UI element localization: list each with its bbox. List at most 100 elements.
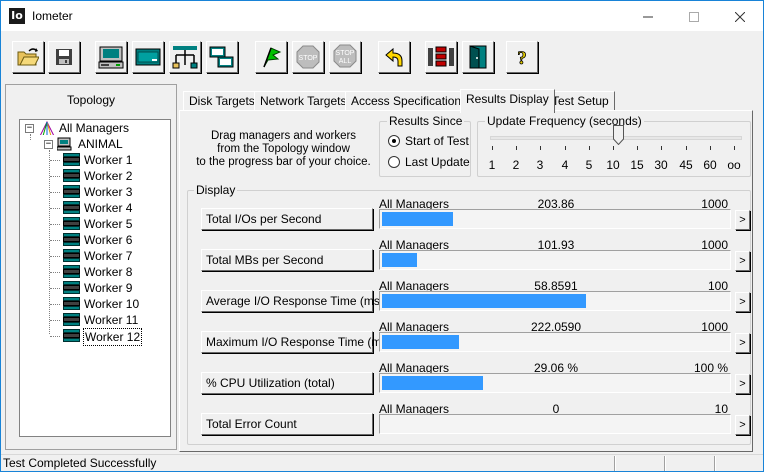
tree-label-worker: Worker 1	[84, 153, 133, 167]
duplicate-worker-button[interactable]	[206, 41, 238, 73]
tree-item-worker[interactable]: Worker 3	[63, 184, 133, 200]
slider-tick-label: 5	[585, 158, 593, 172]
tree-item-worker[interactable]: Worker 7	[63, 248, 133, 264]
tree-item-worker[interactable]: Worker 11	[63, 312, 139, 328]
instruction-line: Drag managers and workers	[210, 130, 357, 142]
start-disk-worker-button[interactable]	[95, 41, 127, 73]
tree-item-manager[interactable]: ANIMAL	[57, 136, 124, 152]
radio-start-of-test-label: Start of Test	[405, 134, 469, 148]
svg-text:STOP: STOP	[299, 55, 318, 62]
tree-label-worker: Worker 4	[84, 201, 133, 215]
result-range-button[interactable]: >	[735, 415, 750, 435]
stop-all-button[interactable]: STOP ALL	[329, 41, 361, 73]
slider-tick-label: 10	[606, 158, 620, 172]
tree-label-worker: Worker 2	[84, 169, 133, 183]
worker-disk-icon	[63, 313, 80, 326]
tab-test-setup[interactable]: Test Setup	[546, 91, 615, 111]
metric-select-button[interactable]: Maximum I/O Response Time (ms)	[201, 331, 391, 353]
tree-item-worker[interactable]: Worker 9	[63, 280, 133, 296]
worker-array-icon	[428, 46, 454, 67]
tree-item-worker[interactable]: Worker 12	[63, 328, 143, 346]
iometer-window: Io Iometer STOP STOP ALL ? Topology − Al…	[0, 0, 764, 472]
tree-item-worker[interactable]: Worker 6	[63, 232, 133, 248]
metric-select-button[interactable]: Total MBs per Second	[201, 249, 373, 271]
radio-last-update-dot[interactable]	[388, 156, 400, 168]
exit-door-icon	[469, 45, 487, 69]
start-tests-button[interactable]	[255, 41, 287, 73]
about-button[interactable]: ?	[506, 41, 538, 73]
open-folder-icon	[17, 48, 39, 66]
status-separator	[714, 456, 715, 471]
tab-access-specifications[interactable]: Access Specifications	[345, 91, 474, 111]
result-range-button[interactable]: >	[735, 333, 750, 353]
tree-label-worker: Worker 9	[84, 281, 133, 295]
topology-tree[interactable]: − All Managers − ANIMAL Worker 1 Worker …	[19, 119, 171, 437]
tree-item-all-managers[interactable]: All Managers	[38, 120, 130, 136]
update-frequency-slider-thumb[interactable]	[613, 125, 624, 145]
result-range-button[interactable]: >	[735, 374, 750, 394]
tab-results-display[interactable]: Results Display	[460, 89, 555, 113]
display-label: Display	[194, 183, 238, 197]
exit-door-button[interactable]	[462, 41, 494, 73]
slider-tick	[686, 146, 687, 150]
result-range-button[interactable]: >	[735, 251, 750, 271]
metric-select-button[interactable]: Total Error Count	[201, 413, 373, 435]
exit-iometer-button[interactable]	[425, 41, 457, 73]
slider-tick	[492, 146, 493, 150]
tree-label-worker: Worker 11	[84, 313, 139, 327]
result-progress-bar[interactable]	[379, 373, 731, 393]
result-progress-bar[interactable]	[379, 250, 731, 270]
reset-workers-button[interactable]	[378, 41, 410, 73]
tree-item-worker[interactable]: Worker 2	[63, 168, 133, 184]
metric-select-button[interactable]: % CPU Utilization (total)	[201, 372, 373, 394]
worker-disk-icon	[63, 281, 80, 294]
result-progress-bar[interactable]	[379, 291, 731, 311]
slider-tick	[540, 146, 541, 150]
stop-test-button[interactable]: STOP	[292, 41, 324, 73]
result-range-button[interactable]: >	[735, 292, 750, 312]
disk-worker-icon	[98, 46, 124, 69]
drag-instructions: Drag managers and workers from the Topol…	[196, 130, 371, 169]
slider-tick-label: 30	[654, 158, 668, 172]
minimize-button[interactable]	[625, 1, 671, 31]
result-range-button[interactable]: >	[735, 210, 750, 230]
svg-text:ALL: ALL	[339, 58, 352, 65]
slider-tick	[565, 146, 566, 150]
tree-label-worker: Worker 12	[83, 328, 143, 346]
expand-all-managers-icon[interactable]: −	[25, 124, 34, 133]
title-bar[interactable]: Io Iometer	[1, 1, 763, 31]
all-managers-icon	[39, 121, 55, 135]
close-button[interactable]	[717, 1, 763, 31]
radio-start-of-test-dot[interactable]	[388, 135, 400, 147]
tree-item-worker[interactable]: Worker 10	[63, 296, 140, 312]
expand-manager-icon[interactable]: −	[44, 140, 53, 149]
maximize-button[interactable]	[671, 1, 717, 31]
slider-tick-label: 60	[703, 158, 717, 172]
network-manager-icon	[172, 46, 198, 69]
worker-disk-icon	[63, 201, 80, 214]
iometer-app-icon[interactable]: Io	[9, 8, 25, 24]
tree-label-manager: ANIMAL	[78, 137, 123, 151]
slider-tick	[637, 146, 638, 150]
open-config-button[interactable]	[12, 41, 44, 73]
tree-item-worker[interactable]: Worker 4	[63, 200, 133, 216]
svg-text:?: ?	[517, 48, 527, 68]
worker-disk-icon	[63, 169, 80, 182]
new-manager-button[interactable]	[169, 41, 201, 73]
result-progress-bar[interactable]	[379, 414, 731, 434]
metric-select-button[interactable]: Total I/Os per Second	[201, 208, 373, 230]
tree-item-worker[interactable]: Worker 5	[63, 216, 133, 232]
result-progress-bar[interactable]	[379, 209, 731, 229]
topology-panel: Topology − All Managers − ANIMAL Worker …	[5, 84, 177, 450]
tab-disk-targets[interactable]: Disk Targets	[183, 91, 261, 111]
slider-tick-label: 3	[536, 158, 544, 172]
metric-select-button[interactable]: Average I/O Response Time (ms)	[201, 290, 384, 312]
help-question-icon: ?	[517, 48, 527, 68]
tab-network-targets[interactable]: Network Targets	[254, 91, 353, 111]
tree-item-worker[interactable]: Worker 1	[63, 152, 133, 168]
result-progress-bar[interactable]	[379, 332, 731, 352]
tree-item-worker[interactable]: Worker 8	[63, 264, 133, 280]
save-config-button[interactable]	[48, 41, 80, 73]
start-network-worker-button[interactable]	[132, 41, 164, 73]
close-icon	[734, 11, 746, 23]
